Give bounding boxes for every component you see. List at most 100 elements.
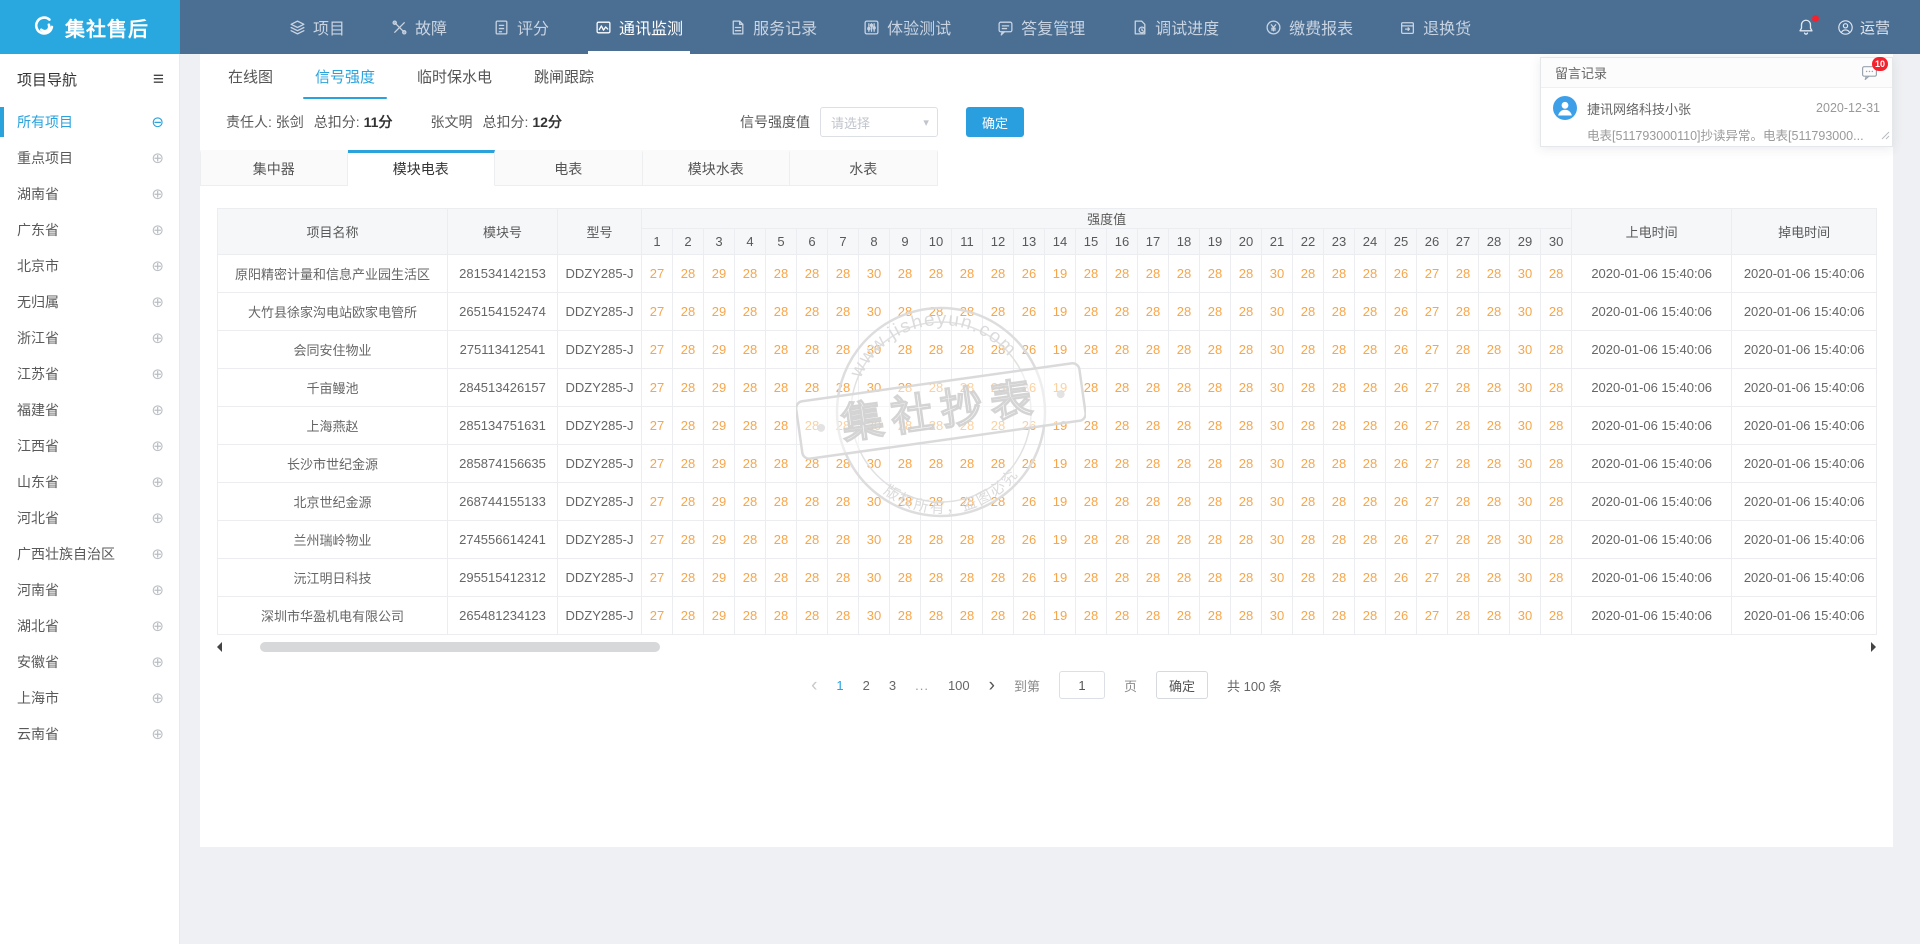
scroll-left-arrow-icon[interactable] (217, 642, 222, 652)
next-page-button[interactable]: › (989, 676, 995, 695)
plus-circle-icon[interactable]: ⊕ (151, 295, 164, 310)
plus-circle-icon[interactable]: ⊕ (151, 583, 164, 598)
page-number-3[interactable]: 3 (889, 678, 896, 693)
nav-item-2[interactable]: 评分 (470, 0, 572, 54)
plus-circle-icon[interactable]: ⊕ (151, 511, 164, 526)
sidebar-item-14[interactable]: 湖北省⊕ (0, 608, 179, 644)
nav-item-9[interactable]: 退换货 (1376, 0, 1494, 54)
plus-circle-icon[interactable]: ⊕ (151, 439, 164, 454)
tab-2[interactable]: 临时保水电 (415, 54, 494, 99)
plus-circle-icon[interactable]: ⊕ (151, 259, 164, 274)
sidebar-item-6[interactable]: 浙江省⊕ (0, 320, 179, 356)
subtab-2[interactable]: 电表 (495, 150, 643, 186)
prev-page-button[interactable]: ‹ (811, 676, 817, 695)
page-number-100[interactable]: 100 (948, 678, 970, 693)
plus-circle-icon[interactable]: ⊕ (151, 223, 164, 238)
plus-circle-icon[interactable]: ⊕ (151, 727, 164, 742)
subtab-0[interactable]: 集中器 (200, 150, 348, 186)
sidebar-item-11[interactable]: 河北省⊕ (0, 500, 179, 536)
nav-item-1[interactable]: 故障 (368, 0, 470, 54)
cell-strength: 28 (1169, 483, 1200, 521)
nav-item-5[interactable]: 体验测试 (840, 0, 974, 54)
table-row[interactable]: 长沙市世纪金源 285874156635 DDZY285-J 272829282… (218, 445, 1877, 483)
tab-0[interactable]: 在线图 (226, 54, 275, 99)
table-row[interactable]: 大竹县徐家沟电站欧家电管所 265154152474 DDZY285-J 272… (218, 293, 1877, 331)
table-row[interactable]: 上海燕赵 285134751631 DDZY285-J 272829282828… (218, 407, 1877, 445)
nav-item-6[interactable]: 答复管理 (974, 0, 1108, 54)
plus-circle-icon[interactable]: ⊕ (151, 619, 164, 634)
sidebar-item-16[interactable]: 上海市⊕ (0, 680, 179, 716)
plus-circle-icon[interactable]: ⊕ (151, 691, 164, 706)
sidebar-item-8[interactable]: 福建省⊕ (0, 392, 179, 428)
subtab-1[interactable]: 模块电表 (348, 150, 496, 186)
minus-circle-icon[interactable]: ⊖ (151, 115, 164, 130)
app-logo[interactable]: 集社售后 (0, 0, 180, 54)
table-row[interactable]: 千亩鳗池 284513426157 DDZY285-J 272829282828… (218, 369, 1877, 407)
scroll-right-arrow-icon[interactable] (1871, 642, 1876, 652)
plus-circle-icon[interactable]: ⊕ (151, 331, 164, 346)
nav-item-8[interactable]: 缴费报表 (1242, 0, 1376, 54)
strength-select[interactable]: 请选择 ▾ (820, 107, 938, 137)
cell-strength: 28 (1107, 559, 1138, 597)
sidebar-item-9[interactable]: 江西省⊕ (0, 428, 179, 464)
message-bubble-button[interactable]: 10 (1861, 64, 1878, 81)
nav-item-0[interactable]: 项目 (266, 0, 368, 54)
sidebar-item-5[interactable]: 无归属⊕ (0, 284, 179, 320)
table-row[interactable]: 兰州瑞岭物业 274556614241 DDZY285-J 2728292828… (218, 521, 1877, 559)
sidebar-item-0[interactable]: 所有项目⊖ (0, 104, 179, 140)
cell-strength: 28 (890, 407, 921, 445)
hamburger-icon[interactable]: ≡ (153, 70, 164, 89)
scrollbar-thumb[interactable] (260, 642, 660, 652)
table-row[interactable]: 会同安住物业 275113412541 DDZY285-J 2728292828… (218, 331, 1877, 369)
sidebar-item-label: 重点项目 (17, 148, 73, 168)
page-number-1[interactable]: 1 (836, 678, 843, 693)
subtab-3[interactable]: 模块水表 (643, 150, 791, 186)
table-row[interactable]: 原阳精密计量和信息产业园生活区 281534142153 DDZY285-J 2… (218, 255, 1877, 293)
cell-model: DDZY285-J (558, 407, 642, 445)
tab-1[interactable]: 信号强度 (313, 54, 377, 99)
cell-strength: 28 (1324, 559, 1355, 597)
nav-item-3[interactable]: 通讯监测 (572, 0, 706, 54)
cell-strength: 27 (1417, 559, 1448, 597)
sidebar-item-7[interactable]: 江苏省⊕ (0, 356, 179, 392)
plus-circle-icon[interactable]: ⊕ (151, 475, 164, 490)
goto-page-input[interactable] (1059, 671, 1105, 699)
cell-strength: 26 (1386, 331, 1417, 369)
user-menu[interactable]: 运营 (1837, 17, 1890, 38)
subtab-4[interactable]: 水表 (790, 150, 938, 186)
plus-circle-icon[interactable]: ⊕ (151, 655, 164, 670)
page-number-2[interactable]: 2 (863, 678, 870, 693)
message-panel-header: 留言记录 10 (1541, 58, 1892, 88)
table-row[interactable]: 深圳市华盈机电有限公司 265481234123 DDZY285-J 27282… (218, 597, 1877, 635)
sidebar-item-3[interactable]: 广东省⊕ (0, 212, 179, 248)
plus-circle-icon[interactable]: ⊕ (151, 187, 164, 202)
tab-3[interactable]: 跳闸跟踪 (532, 54, 596, 99)
cell-strength: 28 (1448, 483, 1479, 521)
cell-strength: 28 (1200, 445, 1231, 483)
notification-bell[interactable] (1797, 18, 1815, 36)
plus-circle-icon[interactable]: ⊕ (151, 151, 164, 166)
sidebar-item-15[interactable]: 安徽省⊕ (0, 644, 179, 680)
sidebar-item-2[interactable]: 湖南省⊕ (0, 176, 179, 212)
message-item[interactable]: 捷讯网络科技小张 2020-12-31 电表[511793000110]抄读异常… (1541, 88, 1892, 147)
sidebar-item-1[interactable]: 重点项目 ⊕ (0, 140, 179, 176)
scrollbar-track[interactable] (228, 641, 1865, 653)
sidebar-item-12[interactable]: 广西壮族自治区⊕ (0, 536, 179, 572)
nav-item-7[interactable]: 调试进度 (1108, 0, 1242, 54)
plus-circle-icon[interactable]: ⊕ (151, 403, 164, 418)
goto-confirm-button[interactable]: 确定 (1156, 671, 1208, 699)
sidebar-item-13[interactable]: 河南省⊕ (0, 572, 179, 608)
plus-circle-icon[interactable]: ⊕ (151, 367, 164, 382)
table-row[interactable]: 沅江明日科技 295515412312 DDZY285-J 2728292828… (218, 559, 1877, 597)
resize-handle-icon[interactable] (1881, 127, 1890, 145)
cell-strength: 28 (1169, 559, 1200, 597)
chevron-down-icon: ▾ (923, 116, 929, 129)
nav-item-4[interactable]: 服务记录 (706, 0, 840, 54)
confirm-button[interactable]: 确定 (966, 107, 1024, 137)
table-row[interactable]: 北京世纪金源 268744155133 DDZY285-J 2728292828… (218, 483, 1877, 521)
plus-circle-icon[interactable]: ⊕ (151, 547, 164, 562)
sidebar-item-17[interactable]: 云南省⊕ (0, 716, 179, 752)
sidebar-item-4[interactable]: 北京市⊕ (0, 248, 179, 284)
select-placeholder: 请选择 (831, 113, 870, 132)
sidebar-item-10[interactable]: 山东省⊕ (0, 464, 179, 500)
